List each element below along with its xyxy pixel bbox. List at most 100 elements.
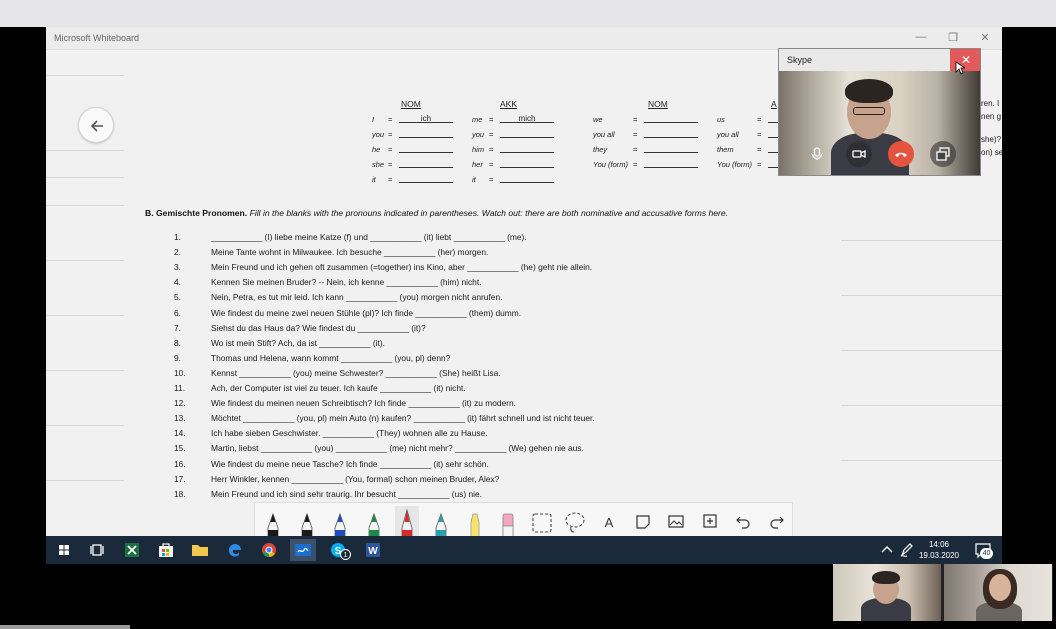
ruler-tool[interactable] [528,506,556,537]
akk-label: us [717,115,725,124]
undo-tool[interactable] [729,506,757,537]
chevron-up-icon [881,546,893,553]
task-view-button[interactable] [84,539,110,561]
redo-tool[interactable] [763,506,791,537]
hang-up-button[interactable] [888,141,914,167]
whiteboard-titlebar: Microsoft Whiteboard — ❐ ✕ [46,27,1002,50]
image-tool[interactable] [662,506,690,537]
ruled-line [841,240,1002,241]
exercise-number: 6. [174,307,181,318]
pen-red-tool[interactable] [393,506,421,537]
eq: = [757,145,762,154]
akk-blank[interactable] [500,174,554,183]
exercise-text: Herr Winkler, kennen ___________ (You, f… [211,473,500,484]
ruled-line [46,315,124,316]
store-button[interactable] [153,539,179,561]
mute-button[interactable] [804,141,830,167]
skype-taskbar-button[interactable]: S 1 [326,539,352,561]
restore-button[interactable]: ❐ [946,31,960,44]
arrow-left-icon [90,120,103,132]
pen-blue-tool[interactable] [326,506,354,537]
skype-title: Skype [787,55,813,65]
svg-text:A: A [605,515,614,530]
nom-blank[interactable] [399,129,453,138]
nom-blank[interactable]: ich [399,114,453,123]
ruled-line [46,260,124,261]
close-button[interactable]: ✕ [978,31,992,44]
exercise-text: Kennen Sie meinen Bruder? -- Nein, ich k… [211,277,482,288]
ruled-line [46,177,124,178]
taskbar: S 1 W 14:06 19.03.2020 40 [46,536,1002,564]
notification-badge: 40 [980,548,993,559]
akk-label: You (form) [717,160,753,169]
text-tool[interactable]: A [595,506,623,537]
akk-blank[interactable] [500,129,554,138]
nom-blank[interactable] [399,159,453,168]
edge-button[interactable] [222,539,248,561]
nom-blank[interactable] [644,159,698,168]
highlighter-tool[interactable] [461,506,489,537]
akk-label: her [472,160,483,169]
pen-green-icon [368,512,380,537]
exercise-text: Nein, Petra, es tut mir leid. Ich kann _… [211,292,503,303]
akk-blank[interactable]: mich [500,114,554,123]
exercise-text: Kennst ___________ (you) meine Schwester… [211,367,501,378]
glasses [853,107,885,115]
pen-red-icon [395,506,420,537]
ruled-line [46,370,124,371]
file-explorer-button[interactable] [187,539,213,561]
skype-call-window[interactable]: Skype ✕ [778,48,981,176]
insert-tool[interactable] [696,506,724,537]
ruled-line [46,480,124,481]
nom-blank[interactable] [644,144,698,153]
eraser-tool[interactable] [494,506,522,537]
exercise-number: 7. [174,322,181,333]
exercise-number: 9. [174,352,181,363]
eq: = [388,160,393,169]
exercise-text: Wie findest du meine zwei neuen Stühle (… [211,307,522,318]
action-center-button[interactable]: 40 [970,539,996,561]
phone-hangup-icon [895,152,907,157]
store-bag-icon [159,543,173,557]
nom-blank[interactable] [644,129,698,138]
webcam-tile-1 [833,564,941,621]
minimize-button[interactable]: — [914,31,928,43]
akk-blank[interactable] [500,144,554,153]
pen-green-tool[interactable] [360,506,388,537]
svg-text:W: W [368,546,378,557]
exercise-number: 14. [174,428,186,439]
ruled-line [841,405,1002,406]
note-tool[interactable] [629,506,657,537]
word-button[interactable]: W [360,539,386,561]
undo-icon [736,516,750,529]
start-button[interactable] [51,539,77,561]
eq: = [388,145,393,154]
excel-button[interactable] [119,539,145,561]
nom-header: NOM [401,99,421,109]
ruled-line [841,350,1002,351]
clock[interactable]: 14:06 19.03.2020 [914,539,964,561]
nom-label: you all [593,130,615,139]
lasso-tool[interactable] [561,506,589,537]
switch-window-button[interactable] [930,141,956,167]
ruled-line [46,205,124,206]
eq: = [489,175,494,184]
whiteboard-taskbar-button[interactable] [290,539,316,561]
exercise-number: 18. [174,488,186,499]
nom-blank[interactable] [644,114,698,123]
webcam-preview [833,564,1053,621]
pen-black-tool[interactable] [293,506,321,537]
exercise-number: 5. [174,292,181,303]
text-icon: A [605,515,614,530]
video-toggle-button[interactable] [846,141,872,167]
nom-label: You (form) [593,160,629,169]
pen-black-tool[interactable] [259,506,287,537]
pen-teal-tool[interactable] [427,506,455,537]
nom-blank[interactable] [399,144,453,153]
nom-blank[interactable] [399,174,453,183]
chrome-button[interactable] [256,539,282,561]
akk-blank[interactable] [500,159,554,168]
back-button[interactable] [78,107,114,143]
akk-label: you all [717,130,739,139]
redo-icon [770,516,784,529]
